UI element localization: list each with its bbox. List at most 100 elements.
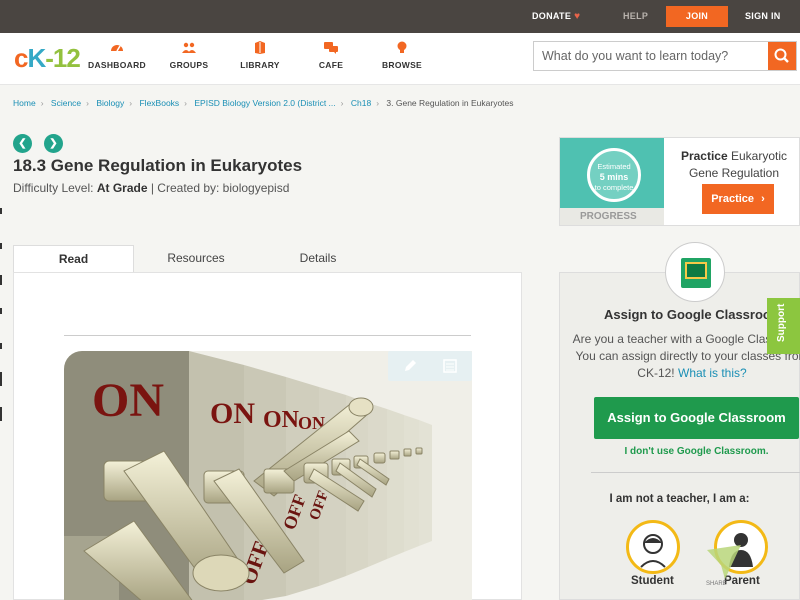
switches-illustration: ON ON ON ON ON OFF OFF OFF: [64, 351, 472, 600]
student-icon: [640, 534, 666, 568]
panel-divider: [591, 472, 800, 473]
lesson-image-switches: ON ON ON ON ON OFF OFF OFF: [64, 351, 472, 600]
practice-button[interactable]: Practice ›: [702, 184, 774, 214]
nav-groups-label: GROUPS: [169, 60, 209, 70]
assign-to-google-classroom-button[interactable]: Assign to Google Classroom: [594, 397, 799, 439]
content-divider: [64, 335, 471, 336]
what-is-this-link[interactable]: What is this?: [678, 366, 747, 380]
difficulty-label: Difficulty Level:: [13, 181, 94, 195]
switch-label: ON: [92, 374, 164, 427]
search-bar: [533, 41, 797, 71]
browse-icon: [395, 41, 409, 54]
heart-icon: ♥: [574, 11, 581, 22]
switch-label: ON: [263, 407, 300, 433]
search-button[interactable]: [768, 42, 796, 70]
breadcrumb-science[interactable]: Science: [51, 98, 81, 108]
classroom-board: [685, 262, 707, 279]
share-label: SHARE: [706, 581, 727, 587]
left-edge-mark: [0, 308, 2, 314]
main-header: cK-12 DASHBOARD GROUPS LIBRARY CAFE BROW…: [0, 33, 800, 85]
chevron-right-icon: ›: [761, 193, 765, 205]
previous-lesson-button[interactable]: ❮: [13, 134, 32, 153]
nav-browse[interactable]: BROWSE: [367, 41, 437, 70]
breadcrumb-separator: ›: [184, 98, 188, 108]
next-lesson-button[interactable]: ❯: [44, 134, 63, 153]
library-icon: [253, 41, 267, 54]
left-edge-mark: [0, 208, 2, 214]
breadcrumb: Home › Science › Biology › FlexBooks › EPISD…: [13, 98, 514, 108]
nav-cafe[interactable]: CAFE: [296, 41, 366, 70]
logo-k: K: [27, 43, 46, 73]
breadcrumb-home[interactable]: Home: [13, 98, 36, 108]
nav-library-label: LIBRARY: [240, 60, 280, 70]
tab-resources[interactable]: Resources: [136, 245, 256, 273]
pencil-icon[interactable]: [402, 358, 418, 374]
student-role-button[interactable]: [626, 520, 680, 574]
support-label: Support: [776, 303, 787, 342]
groups-icon: [182, 41, 196, 54]
ring-line-3: to complete: [594, 183, 634, 192]
student-label[interactable]: Student: [631, 575, 674, 587]
left-edge-mark: [0, 372, 2, 386]
breadcrumb-separator: ›: [376, 98, 380, 108]
practice-graphic: Estimated 5 mins to complete PROGRESS: [560, 138, 664, 225]
cafe-icon: [324, 41, 338, 54]
google-classroom-icon: [681, 258, 711, 288]
difficulty-value: At Grade: [96, 181, 148, 195]
support-tab[interactable]: Support: [767, 298, 800, 354]
tab-details[interactable]: Details: [258, 245, 378, 273]
notes-icon[interactable]: [442, 358, 458, 374]
practice-description: Practice Eukaryotic Gene Regulation: [672, 148, 796, 182]
donate-label: DONATE: [532, 11, 572, 21]
breadcrumb-biology[interactable]: Biology: [96, 98, 124, 108]
no-google-classroom-link[interactable]: I don't use Google Classroom.: [594, 446, 799, 457]
top-bar: DONATE ♥ HELP JOIN SIGN IN: [0, 0, 800, 33]
left-edge-mark: [0, 243, 2, 249]
not-teacher-heading: I am not a teacher, I am a:: [609, 493, 750, 505]
ring-line-1: Estimated: [597, 162, 631, 171]
breadcrumb-current: 3. Gene Regulation in Eukaryotes: [386, 98, 514, 108]
nav-cafe-label: CAFE: [318, 60, 344, 70]
assign-description: Are you a teacher with a Google Classroo…: [572, 331, 800, 382]
progress-label: PROGRESS: [560, 208, 664, 225]
switch-label: ON: [210, 397, 255, 430]
image-toolbar: [388, 351, 472, 381]
search-icon: [774, 48, 789, 63]
breadcrumb-flexbooks[interactable]: FlexBooks: [139, 98, 179, 108]
nav-dashboard-label: DASHBOARD: [88, 60, 146, 70]
assign-title: Assign to Google Classroom: [604, 307, 783, 322]
estimated-time-ring: Estimated 5 mins to complete: [587, 148, 641, 202]
page-title: 18.3 Gene Regulation in Eukaryotes: [13, 156, 303, 175]
left-edge-mark: [0, 275, 2, 285]
breadcrumb-separator: ›: [340, 98, 344, 108]
search-input[interactable]: [534, 42, 769, 70]
nav-browse-label: BROWSE: [381, 60, 423, 70]
logo-num: 12: [52, 43, 81, 73]
nav-groups[interactable]: GROUPS: [154, 41, 224, 70]
donate-link[interactable]: DONATE ♥: [532, 0, 580, 33]
practice-card: Estimated 5 mins to complete PROGRESS Pr…: [559, 137, 800, 226]
dashboard-icon: [110, 41, 124, 54]
ring-line-2: 5 mins: [599, 172, 629, 182]
ck12-logo[interactable]: cK-12: [14, 43, 81, 74]
logo-c: c: [14, 43, 29, 73]
left-edge-mark: [0, 343, 2, 349]
nav-library[interactable]: LIBRARY: [225, 41, 295, 70]
tab-read[interactable]: Read: [13, 245, 134, 273]
share-icon[interactable]: [707, 545, 747, 585]
google-classroom-logo: [665, 242, 725, 302]
breadcrumb-chapter[interactable]: Ch18: [351, 98, 371, 108]
join-button[interactable]: JOIN: [666, 6, 728, 27]
breadcrumb-book[interactable]: EPISD Biology Version 2.0 (District ...: [194, 98, 335, 108]
sign-in-link[interactable]: SIGN IN: [745, 0, 781, 33]
breadcrumb-separator: ›: [129, 98, 133, 108]
help-link[interactable]: HELP: [623, 0, 648, 33]
difficulty-line: Difficulty Level: At Grade | Created by:…: [13, 181, 289, 195]
chevron-right-icon: ❯: [49, 138, 58, 149]
breadcrumb-separator: ›: [40, 98, 44, 108]
left-edge-mark: [0, 407, 2, 421]
nav-dashboard[interactable]: DASHBOARD: [82, 41, 152, 70]
practice-button-label: Practice: [711, 193, 755, 205]
chevron-left-icon: ❮: [18, 138, 27, 149]
breadcrumb-separator: ›: [86, 98, 89, 108]
